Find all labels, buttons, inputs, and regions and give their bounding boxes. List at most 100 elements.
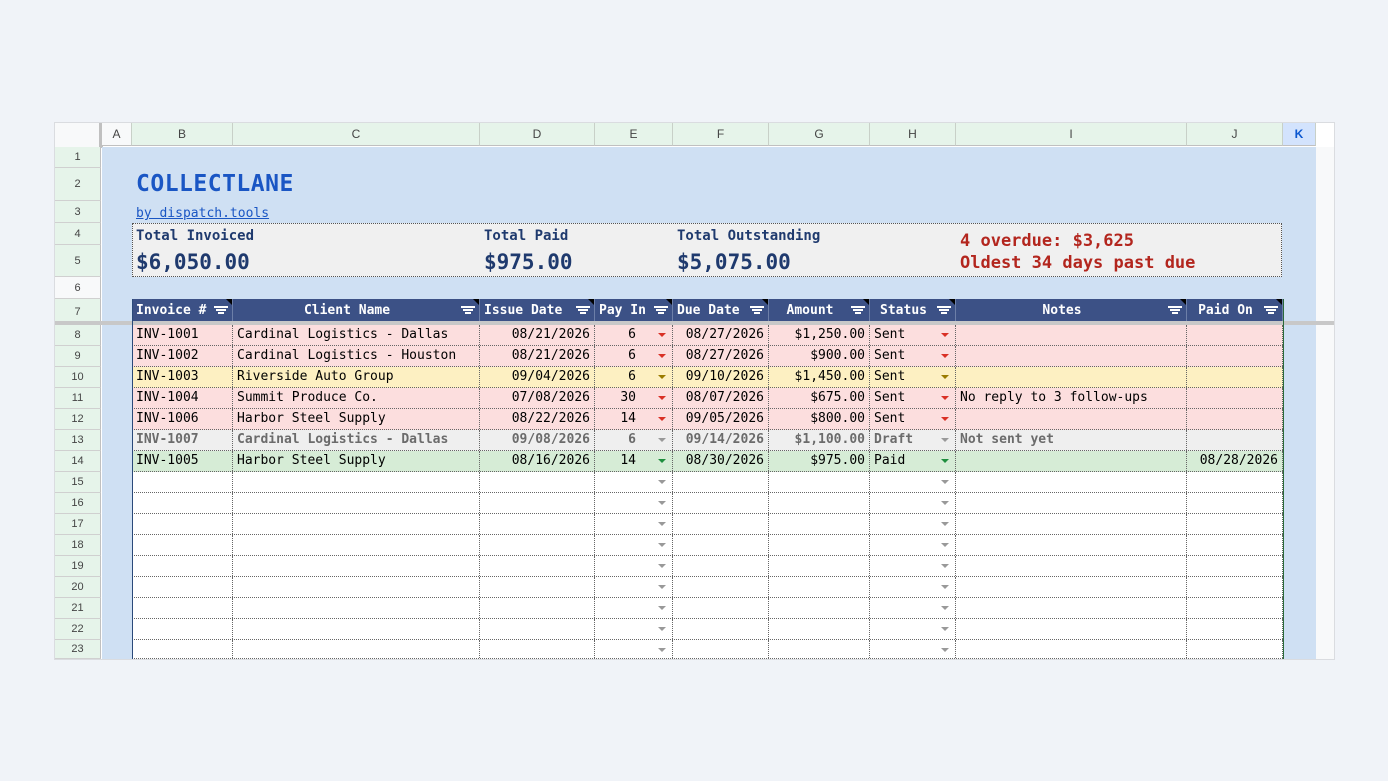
cell-pay-in[interactable] (595, 472, 673, 492)
cell-due-date[interactable] (673, 472, 769, 492)
cell-invoice[interactable]: INV-1005 (132, 451, 233, 471)
cell-pay-in[interactable] (595, 640, 673, 659)
cell-amount[interactable]: $800.00 (769, 409, 870, 429)
cell-due-date[interactable] (673, 535, 769, 555)
cell-amount[interactable] (769, 556, 870, 576)
cell-notes[interactable] (956, 514, 1187, 534)
column-header-a[interactable]: A (102, 123, 132, 146)
cell-amount[interactable] (769, 514, 870, 534)
cell-issue-date[interactable] (480, 493, 595, 513)
filter-icon[interactable] (214, 305, 228, 315)
cell-client-name[interactable] (233, 472, 480, 492)
cell-amount[interactable] (769, 640, 870, 659)
cell-paid-on[interactable]: 08/28/2026 (1187, 451, 1283, 471)
dropdown-arrow-icon[interactable] (658, 417, 666, 421)
cell-pay-in[interactable]: 14 (595, 451, 673, 471)
cell-client-name[interactable]: Harbor Steel Supply (233, 451, 480, 471)
cell-paid-on[interactable] (1187, 367, 1283, 387)
table-row[interactable]: INV-1005 Harbor Steel Supply 08/16/2026 14 0… (132, 451, 1283, 472)
cell-invoice[interactable] (132, 472, 233, 492)
header-notes[interactable]: Notes (956, 299, 1187, 321)
cell-invoice[interactable]: INV-1002 (132, 346, 233, 366)
cell-due-date[interactable] (673, 577, 769, 597)
cell-status[interactable]: Draft (870, 430, 956, 450)
cell-due-date[interactable]: 09/10/2026 (673, 367, 769, 387)
dropdown-arrow-icon[interactable] (941, 648, 949, 652)
cell-due-date[interactable]: 08/27/2026 (673, 325, 769, 345)
dropdown-arrow-icon[interactable] (941, 522, 949, 526)
dropdown-arrow-icon[interactable] (941, 417, 949, 421)
cell-issue-date[interactable] (480, 472, 595, 492)
cell-due-date[interactable] (673, 556, 769, 576)
cell-notes[interactable]: No reply to 3 follow-ups (956, 388, 1187, 408)
dispatch-tools-link[interactable]: by dispatch.tools (136, 206, 269, 221)
cell-amount[interactable]: $900.00 (769, 346, 870, 366)
filter-icon[interactable] (576, 305, 590, 315)
cell-issue-date[interactable]: 08/22/2026 (480, 409, 595, 429)
dropdown-arrow-icon[interactable] (941, 354, 949, 358)
cell-pay-in[interactable] (595, 493, 673, 513)
cell-status[interactable]: Sent (870, 325, 956, 345)
header-issue-date[interactable]: Issue Date (480, 299, 595, 321)
cell-client-name[interactable]: Riverside Auto Group (233, 367, 480, 387)
cell-invoice[interactable] (132, 640, 233, 659)
cell-pay-in[interactable]: 6 (595, 325, 673, 345)
cell-notes[interactable] (956, 556, 1187, 576)
cell-pay-in[interactable] (595, 514, 673, 534)
table-row[interactable] (132, 619, 1283, 640)
cell-pay-in[interactable] (595, 535, 673, 555)
cell-issue-date[interactable] (480, 556, 595, 576)
cell-invoice[interactable]: INV-1003 (132, 367, 233, 387)
cell-due-date[interactable]: 08/30/2026 (673, 451, 769, 471)
cell-client-name[interactable]: Cardinal Logistics - Dallas (233, 325, 480, 345)
filter-icon[interactable] (654, 305, 668, 315)
cell-client-name[interactable] (233, 577, 480, 597)
filter-icon[interactable] (1264, 305, 1278, 315)
header-paid-on[interactable]: Paid On (1187, 299, 1283, 321)
column-header-b[interactable]: B (132, 123, 233, 146)
select-all-corner[interactable] (55, 123, 102, 148)
dropdown-arrow-icon[interactable] (658, 564, 666, 568)
column-header-j[interactable]: J (1187, 123, 1283, 146)
row-header-8[interactable]: 8 (55, 325, 101, 346)
cell-paid-on[interactable] (1187, 535, 1283, 555)
cell-due-date[interactable]: 09/05/2026 (673, 409, 769, 429)
cell-issue-date[interactable] (480, 577, 595, 597)
cell-notes[interactable] (956, 619, 1187, 639)
cell-client-name[interactable]: Cardinal Logistics - Dallas (233, 430, 480, 450)
cell-notes[interactable] (956, 598, 1187, 618)
cell-due-date[interactable]: 08/27/2026 (673, 346, 769, 366)
dropdown-arrow-icon[interactable] (941, 438, 949, 442)
table-row[interactable] (132, 640, 1283, 659)
cell-status[interactable] (870, 535, 956, 555)
dropdown-arrow-icon[interactable] (658, 354, 666, 358)
cell-issue-date[interactable]: 08/21/2026 (480, 346, 595, 366)
row-header-6[interactable]: 6 (55, 277, 101, 299)
cell-amount[interactable]: $975.00 (769, 451, 870, 471)
cell-status[interactable] (870, 619, 956, 639)
cell-issue-date[interactable] (480, 619, 595, 639)
column-header-g[interactable]: G (769, 123, 870, 146)
row-header-12[interactable]: 12 (55, 409, 101, 430)
cell-client-name[interactable]: Harbor Steel Supply (233, 409, 480, 429)
dropdown-arrow-icon[interactable] (941, 606, 949, 610)
cell-amount[interactable]: $1,100.00 (769, 430, 870, 450)
cell-notes[interactable] (956, 640, 1187, 659)
cell-amount[interactable] (769, 472, 870, 492)
cell-paid-on[interactable] (1187, 346, 1283, 366)
dropdown-arrow-icon[interactable] (658, 522, 666, 526)
row-header-21[interactable]: 21 (55, 598, 101, 619)
row-header-20[interactable]: 20 (55, 577, 101, 598)
table-row[interactable]: INV-1001 Cardinal Logistics - Dallas 08/21… (132, 325, 1283, 346)
cell-invoice[interactable] (132, 535, 233, 555)
cell-paid-on[interactable] (1187, 493, 1283, 513)
column-header-i[interactable]: I (956, 123, 1187, 146)
row-header-14[interactable]: 14 (55, 451, 101, 472)
cell-paid-on[interactable] (1187, 556, 1283, 576)
cell-amount[interactable]: $1,450.00 (769, 367, 870, 387)
header-invoice[interactable]: Invoice # (132, 299, 233, 321)
cell-pay-in[interactable]: 6 (595, 346, 673, 366)
cell-amount[interactable]: $1,250.00 (769, 325, 870, 345)
cell-paid-on[interactable] (1187, 640, 1283, 659)
row-header-22[interactable]: 22 (55, 619, 101, 640)
